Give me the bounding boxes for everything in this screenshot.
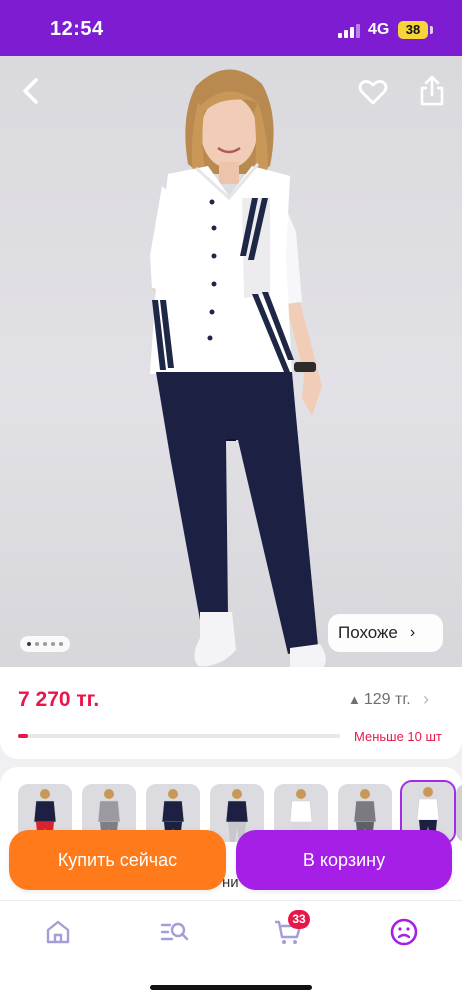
price: 7 270 тг. xyxy=(18,688,100,711)
similar-label: Похоже xyxy=(338,623,398,642)
carousel-dot xyxy=(51,642,55,646)
price-change[interactable]: ▲ 129 тг. xyxy=(348,691,411,709)
price-card: 7 270 тг. ▲ 129 тг. › Меньше 10 шт xyxy=(0,667,462,759)
triangle-up-icon: ▲ xyxy=(348,692,361,707)
add-to-cart-button[interactable]: В корзину xyxy=(236,830,452,890)
buy-now-button[interactable]: Купить сейчас xyxy=(9,830,226,890)
profile-icon xyxy=(390,918,418,946)
chevron-right-icon[interactable]: › xyxy=(423,689,429,710)
nav-profile[interactable] xyxy=(384,915,424,949)
nav-catalog[interactable] xyxy=(154,915,194,949)
carousel-dot xyxy=(59,642,63,646)
price-change-value: 129 тг. xyxy=(363,691,411,708)
share-button[interactable] xyxy=(414,72,450,110)
home-icon xyxy=(46,920,70,944)
network-type: 4G xyxy=(368,21,390,38)
signal-icon xyxy=(338,24,360,38)
variant-thumbnail[interactable] xyxy=(456,784,462,842)
product-screen: 12:54 4G 38 Похоже › 7 270 тг. ▲ 129 тг.… xyxy=(0,0,462,999)
product-gallery[interactable]: Похоже › xyxy=(0,56,462,671)
cart-count-badge: 33 xyxy=(288,910,310,929)
catalog-search-icon xyxy=(160,922,189,941)
stock-bar xyxy=(18,734,340,738)
back-button[interactable] xyxy=(14,74,48,108)
carousel-dot xyxy=(35,642,39,646)
share-icon xyxy=(420,75,444,106)
chevron-right-icon: › xyxy=(409,624,416,641)
stock-bar-fill xyxy=(18,734,28,738)
stock-label: Меньше 10 шт xyxy=(354,729,442,744)
home-indicator xyxy=(150,985,312,990)
status-bar: 12:54 4G 38 xyxy=(0,0,462,56)
back-arrow-icon xyxy=(23,78,38,104)
heart-icon xyxy=(358,80,388,105)
battery-icon: 38 xyxy=(398,21,428,39)
product-photo xyxy=(150,69,326,670)
status-time: 12:54 xyxy=(50,18,104,40)
similar-button[interactable]: Похоже › xyxy=(328,614,443,652)
battery-tip xyxy=(430,26,433,34)
favorite-button[interactable] xyxy=(354,74,392,110)
carousel-indicator xyxy=(20,636,70,652)
nav-home[interactable] xyxy=(38,915,78,949)
carousel-dot xyxy=(27,642,31,646)
carousel-dot xyxy=(43,642,47,646)
